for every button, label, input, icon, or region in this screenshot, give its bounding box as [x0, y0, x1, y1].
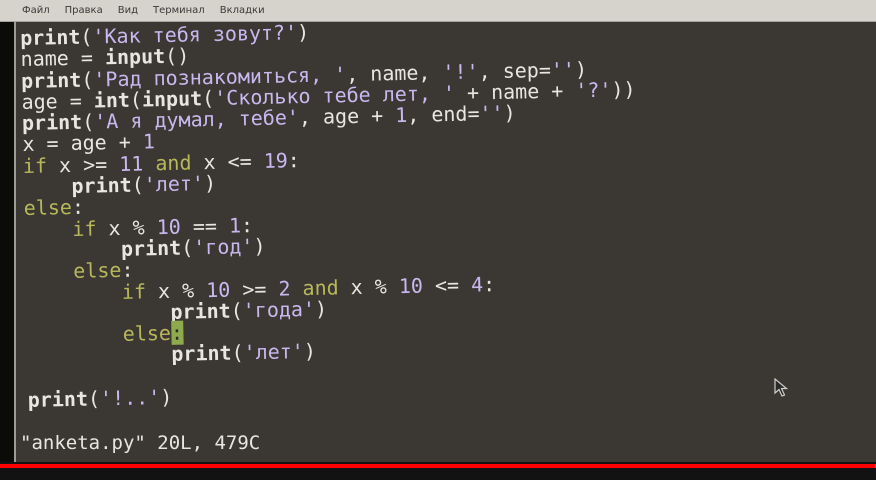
video-progress-bar[interactable] — [0, 464, 876, 468]
code-token: , end= — [407, 101, 480, 128]
mouse-pointer-icon — [774, 378, 789, 397]
menu-tabs[interactable]: Вкладки — [220, 5, 265, 16]
code-token: 'год' — [192, 234, 254, 260]
vim-editor[interactable]: print('Как тебя зовут?') name = input() pr… — [14, 22, 876, 462]
menu-view[interactable]: Вид — [118, 5, 138, 16]
code-token: print — [27, 386, 89, 412]
code-token: '' — [479, 101, 504, 126]
status-line: "anketa.py" 20L, 479C — [20, 432, 261, 454]
menu-file[interactable]: Файл — [22, 5, 50, 16]
code-token: ) — [314, 296, 328, 321]
code-token: 10 — [398, 273, 424, 298]
code-area[interactable]: print('Как тебя зовут?') name = input() pr… — [20, 22, 642, 412]
code-token: print — [171, 341, 232, 367]
code-token: 19 — [263, 148, 289, 173]
code-token: ( — [131, 172, 144, 197]
code-token: )) — [611, 77, 636, 102]
code-token: ) — [159, 384, 173, 410]
code-token: : — [287, 147, 301, 173]
code-token: ( — [230, 298, 243, 323]
video-progress-fill — [0, 464, 876, 468]
code-token: x % — [338, 273, 400, 299]
menu-edit[interactable]: Правка — [65, 5, 103, 16]
code-token: 'лет' — [143, 171, 205, 197]
code-token: : — [482, 271, 496, 296]
code-token: ) — [503, 100, 516, 126]
code-token: , age + — [298, 103, 396, 130]
menu-terminal[interactable]: Терминал — [153, 5, 205, 16]
code-token: ( — [180, 235, 194, 260]
code-token: '?' — [575, 77, 612, 103]
code-token: ( — [87, 386, 101, 411]
code-token: 'года' — [242, 296, 316, 323]
code-token: ) — [253, 233, 266, 259]
code-token: '!..' — [99, 385, 161, 411]
code-token: 'лет' — [243, 339, 305, 365]
code-token: <= — [422, 272, 472, 298]
code-token: ) — [296, 22, 310, 45]
terminal-menubar: Файл Правка Вид Терминал Вкладки — [0, 0, 876, 22]
code-token: ) — [303, 339, 317, 364]
code-token: 1 — [394, 103, 408, 128]
code-token: 4 — [470, 271, 484, 297]
code-token: ) — [203, 171, 217, 196]
code-token: ( — [231, 340, 244, 366]
